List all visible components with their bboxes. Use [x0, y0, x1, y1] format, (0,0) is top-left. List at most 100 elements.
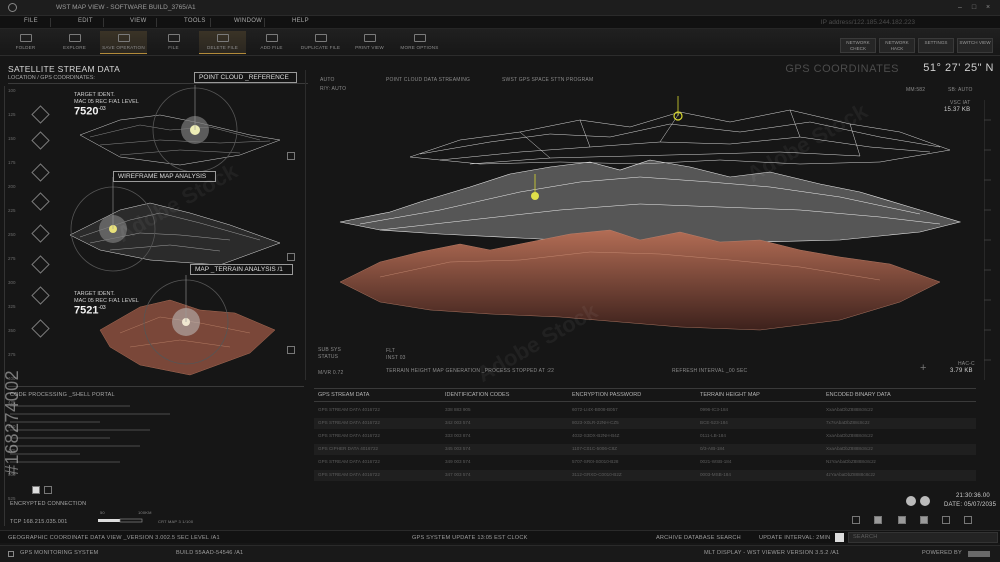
table-row[interactable]: GPS STREAM DATA 4016722 347 003 574 3112-G…	[314, 470, 976, 481]
delete-file-button[interactable]: DELETE FILE	[199, 31, 246, 54]
corner-icon[interactable]	[898, 516, 906, 524]
monitoring-system-text: GPS MONITORING SYSTEM	[20, 550, 99, 556]
folder-button[interactable]: FOLDER	[2, 31, 49, 54]
crosshair-cursor-icon: +	[920, 362, 927, 374]
col-header-terrain[interactable]: TERRAIN HEIGHT MAP	[700, 392, 760, 398]
file-button[interactable]: FILE	[150, 31, 197, 54]
col-header-binary[interactable]: ENCODED BINARY DATA	[826, 392, 891, 398]
explore-button[interactable]: EXPLORE	[51, 31, 98, 54]
flt-label: FLT	[386, 348, 396, 354]
save-operation-button[interactable]: SAVE OPERATION	[100, 31, 147, 54]
save-icon	[117, 34, 130, 42]
corner-icon[interactable]	[964, 516, 972, 524]
scale-label: 100KM	[138, 510, 152, 515]
ruler-tick: 100	[8, 88, 16, 93]
more-icon	[413, 34, 426, 42]
menu-divider	[50, 18, 51, 27]
export-icon[interactable]	[287, 253, 295, 261]
crosshair-icon[interactable]	[31, 105, 50, 124]
layer-icon[interactable]	[31, 224, 50, 243]
location-subtitle: LOCATION / GPS COORDINATES:	[8, 75, 95, 81]
ruler-tick: 150	[8, 136, 16, 141]
add-file-button[interactable]: ADD FILE	[248, 31, 295, 54]
table-row[interactable]: GPS STREAM DATA 4016722 333 003 874 4032-S…	[314, 431, 976, 442]
ruler-tick: 175	[8, 160, 16, 165]
gps-update-text: GPS SYSTEM UPDATE 13:05 EST CLOCK	[412, 535, 528, 541]
left-terrain-views	[69, 85, 281, 376]
wireframe-layer	[339, 159, 962, 249]
monitor-icon[interactable]	[32, 486, 40, 494]
ruler-tick: 275	[8, 256, 16, 261]
corner-icon[interactable]	[852, 516, 860, 524]
system-icon	[8, 551, 14, 557]
network-hack-button[interactable]: NETWORK HACK	[879, 38, 915, 53]
duplicate-file-button[interactable]: DUPLICATE FILE	[297, 31, 344, 54]
table-row[interactable]: GPS STREAM DATA 4016722 338 883 905 6072-L…	[314, 405, 976, 416]
switch-view-button[interactable]: SWITCH VIEW	[957, 38, 993, 53]
add-file-icon	[265, 34, 278, 42]
network-check-button[interactable]: NETWORK CHECK	[840, 38, 876, 53]
archive-search-text[interactable]: ARCHIVE DATABASE SEARCH	[656, 535, 741, 541]
sub-sys-label: SUB SYS	[318, 347, 342, 353]
zoom-in-icon[interactable]	[920, 496, 930, 506]
pin-icon[interactable]	[31, 319, 50, 338]
print-view-button[interactable]: PRINT VIEW	[346, 31, 393, 54]
table-row[interactable]: GPS STREAM DATA 4016722 349 003 574 5707-S…	[314, 457, 976, 468]
col-header-ident[interactable]: IDENTIFICATION CODES	[445, 392, 509, 398]
marker-peak	[531, 192, 539, 200]
corner-icon[interactable]	[874, 516, 882, 524]
corner-icon[interactable]	[920, 516, 928, 524]
grid-icon[interactable]	[31, 131, 50, 150]
target-icon[interactable]	[31, 192, 50, 211]
terrain-process-message: TERRAIN HEIGHT MAP GENERATION _PROCESS S…	[386, 368, 555, 374]
scale-bar	[98, 518, 143, 523]
satellite-stream-title: SATELLITE STREAM DATA	[8, 64, 121, 74]
menu-divider	[210, 18, 211, 27]
zoom-out-icon[interactable]	[906, 496, 916, 506]
program-label: SWST GPS SPACE STTN PROGRAM	[502, 77, 594, 83]
menu-tools[interactable]: TOOLS	[184, 18, 206, 24]
gps-coordinates-heading: GPS COORDINATES	[785, 63, 899, 75]
geo-version-text: GEOGRAPHIC COORDINATE DATA VIEW _VERSION…	[8, 535, 220, 541]
export-icon[interactable]	[287, 152, 295, 160]
target-ident-2: TARGET IDENT. MAC 05 REC F/A1 LEVEL 7521…	[74, 291, 139, 317]
build-text: BUILD 55AAD-54546 /A1	[176, 550, 244, 556]
menu-edit[interactable]: EDIT	[78, 18, 93, 24]
corner-icon[interactable]	[942, 516, 950, 524]
auto-label: AUTO	[320, 77, 335, 83]
ruler-tick: 200	[8, 184, 16, 189]
window-icon[interactable]	[44, 486, 52, 494]
table-row[interactable]: GPS STREAM DATA 4016722 342 003 574 8023-X…	[314, 418, 976, 429]
mvr-label: M/VR 0.72	[318, 370, 344, 376]
update-interval-text: UPDATE INTERVAL: 2MIN	[759, 535, 831, 541]
map-icon[interactable]	[31, 286, 50, 305]
search-toggle-icon[interactable]	[835, 533, 844, 542]
refresh-interval: REFRESH INTERVAL _00 SEC	[672, 368, 748, 374]
delete-icon	[216, 34, 229, 42]
menu-divider	[103, 18, 104, 27]
settings-button[interactable]: SETTINGS	[918, 38, 954, 53]
ruler-tick: 300	[8, 280, 16, 285]
col-header-stream[interactable]: GPS STREAM DATA	[318, 392, 369, 398]
menu-window[interactable]: WINDOW	[234, 18, 262, 24]
close-icon[interactable]: ×	[984, 4, 992, 12]
export-icon[interactable]	[287, 346, 295, 354]
menu-file[interactable]: FILE	[24, 18, 38, 24]
menu-help[interactable]: HELP	[292, 18, 309, 24]
inst-label: INST 03	[386, 355, 406, 361]
more-options-button[interactable]: MORE OPTIONS	[396, 31, 443, 54]
warning-icon[interactable]	[31, 163, 50, 182]
file-icon	[167, 34, 180, 42]
stock-id: #168274002	[2, 369, 22, 475]
menu-view[interactable]: VIEW	[130, 18, 147, 24]
status-bar: GEOGRAPHIC COORDINATE DATA VIEW _VERSION…	[0, 530, 1000, 543]
minimize-icon[interactable]: –	[956, 4, 964, 12]
col-header-encryption[interactable]: ENCRYPTION PASSWORD	[572, 392, 641, 398]
search-input[interactable]: SEARCH	[848, 532, 998, 543]
flag-icon[interactable]	[31, 255, 50, 274]
ruler-tick: 375	[8, 352, 16, 357]
powered-by-text: POWERED BY	[922, 550, 962, 556]
terrain-layer	[339, 229, 941, 331]
table-row[interactable]: GPS CIPHER DATA 4016722 345 003 574 1107-C…	[314, 444, 976, 455]
maximize-icon[interactable]: □	[970, 4, 978, 12]
